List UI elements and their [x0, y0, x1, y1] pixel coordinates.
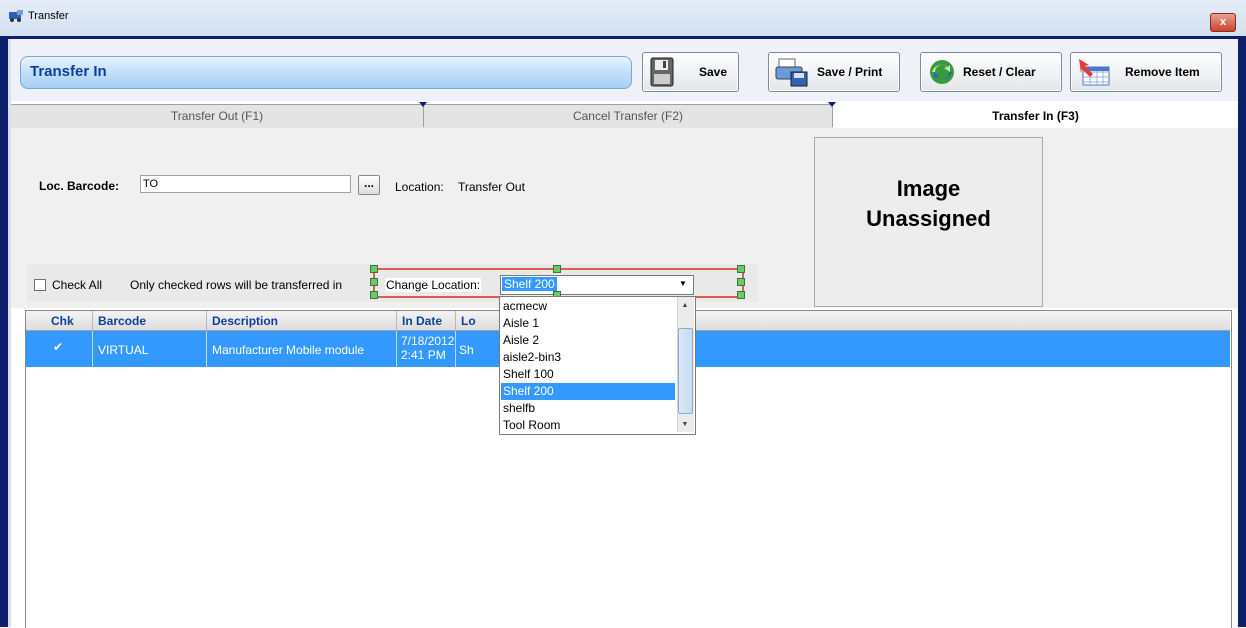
resize-handle[interactable] [370, 278, 378, 286]
cell-divider [455, 331, 456, 367]
column-divider [92, 311, 93, 330]
dropdown-option[interactable]: shelfb [501, 400, 675, 417]
app-icon [8, 9, 24, 23]
row-location: Sh [459, 343, 474, 357]
save-print-button-label: Save / Print [817, 65, 883, 79]
window-frame-right [1238, 39, 1246, 627]
tab-transfer-in[interactable]: Transfer In (F3) [833, 104, 1238, 128]
remove-item-button-label: Remove Item [1125, 65, 1200, 79]
save-button[interactable]: Save [642, 52, 739, 92]
column-header-in-date[interactable]: In Date [402, 314, 442, 328]
tab-divider-marker [419, 102, 427, 107]
resize-handle[interactable] [370, 291, 378, 299]
loc-barcode-input[interactable] [140, 175, 351, 193]
column-header-location[interactable]: Lo [461, 314, 476, 328]
printer-icon [775, 58, 808, 87]
reset-clear-button-label: Reset / Clear [963, 65, 1036, 79]
image-placeholder-text: Image Unassigned [814, 174, 1043, 234]
dropdown-option[interactable]: Shelf 100 [501, 366, 675, 383]
resize-handle[interactable] [370, 265, 378, 273]
loc-barcode-label: Loc. Barcode: [39, 179, 120, 193]
tab-transfer-out[interactable]: Transfer Out (F1) [11, 104, 424, 127]
row-in-date-time: 2:41 PM [401, 348, 446, 362]
title-banner [20, 56, 632, 89]
tab-cancel-transfer[interactable]: Cancel Transfer (F2) [424, 104, 833, 127]
column-header-description[interactable]: Description [212, 314, 278, 328]
cell-divider [396, 331, 397, 367]
dropdown-option[interactable]: Tool Room [501, 417, 675, 434]
scroll-up-icon[interactable]: ▲ [678, 299, 692, 312]
column-divider [455, 311, 456, 330]
column-divider [206, 311, 207, 330]
save-button-label: Save [699, 65, 728, 79]
refresh-icon [930, 60, 954, 84]
check-all-checkbox[interactable] [34, 279, 46, 291]
remove-item-button[interactable]: Remove Item [1070, 52, 1222, 92]
location-value: Transfer Out [458, 180, 525, 194]
column-header-chk[interactable]: Chk [51, 314, 74, 328]
row-in-date: 7/18/2012 2:41 PM [401, 334, 454, 362]
location-label: Location: [395, 180, 444, 194]
dropdown-scroll-thumb[interactable] [678, 328, 693, 414]
dropdown-option[interactable]: aisle2-bin3 [501, 349, 675, 366]
cell-divider [206, 331, 207, 367]
image-placeholder-line1: Image [896, 176, 961, 201]
window-title: Transfer [28, 10, 69, 22]
tab-divider-marker [828, 102, 836, 107]
save-print-button[interactable]: Save / Print [768, 52, 900, 92]
scroll-down-icon[interactable]: ▼ [678, 418, 692, 431]
close-button[interactable]: x [1210, 13, 1236, 32]
transfer-note: Only checked rows will be transferred in [130, 278, 343, 292]
row-barcode: VIRTUAL [98, 343, 149, 357]
column-divider [396, 311, 397, 330]
row-description: Manufacturer Mobile module [212, 343, 365, 357]
page-title: Transfer In [30, 63, 107, 80]
image-placeholder-line2: Unassigned [866, 206, 991, 231]
reset-clear-button[interactable]: Reset / Clear [920, 52, 1062, 92]
resize-handle[interactable] [553, 265, 561, 273]
check-all-label[interactable]: Check All [52, 278, 102, 292]
dropdown-option-selected[interactable]: Shelf 200 [501, 383, 675, 400]
dropdown-option[interactable]: Aisle 1 [501, 315, 675, 332]
window-frame-left [0, 39, 8, 627]
title-bar [0, 0, 1246, 36]
cell-divider [92, 331, 93, 367]
dropdown-option[interactable]: acmecw [501, 298, 675, 315]
row-in-date-day: 7/18/2012 [401, 334, 455, 348]
remove-item-icon [1079, 59, 1110, 86]
resize-handle[interactable] [737, 291, 745, 299]
resize-handle[interactable] [737, 278, 745, 286]
row-checkbox[interactable]: ✔ [53, 341, 63, 353]
column-header-barcode[interactable]: Barcode [98, 314, 146, 328]
floppy-disk-icon [650, 57, 674, 87]
resize-handle[interactable] [737, 265, 745, 273]
browse-location-button[interactable]: ... [358, 175, 380, 195]
dropdown-option[interactable]: Aisle 2 [501, 332, 675, 349]
